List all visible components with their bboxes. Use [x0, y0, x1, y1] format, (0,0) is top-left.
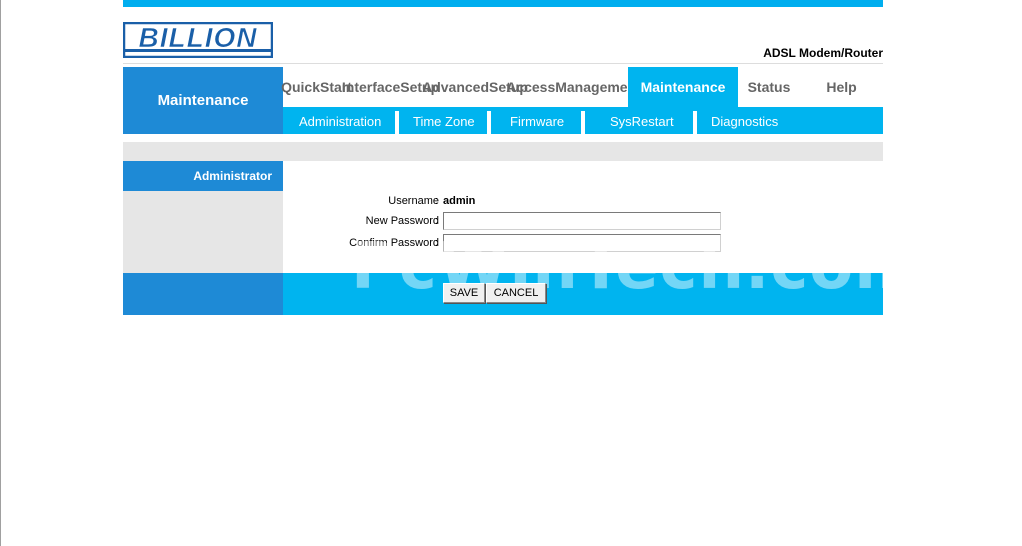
menu-maintenance[interactable]: Maintenance — [628, 67, 738, 107]
top-accent-bar — [123, 0, 883, 7]
new-password-colon: : — [435, 215, 439, 227]
confirm-password-field[interactable] — [443, 234, 721, 252]
footer-left-panel — [123, 273, 283, 315]
new-password-label: New Password — [365, 215, 439, 227]
submenu-separator — [487, 111, 491, 134]
username-colon: : — [435, 195, 439, 207]
logo-text: BILLION — [139, 22, 258, 53]
submenu-diagnostics[interactable]: Diagnostics — [711, 107, 778, 134]
menu-access-management[interactable]: Access Management — [506, 67, 641, 107]
submenu-separator — [693, 111, 697, 134]
billion-logo: BILLION — [123, 22, 273, 58]
menu-quick-start[interactable]: Quick Start — [281, 67, 352, 107]
submenu-administration[interactable]: Administration — [299, 107, 381, 134]
main-menu: Quick Start Interface Setup Advanced Setup … — [281, 67, 883, 107]
submenu-firmware[interactable]: Firmware — [510, 107, 564, 134]
save-button[interactable]: SAVE — [443, 283, 485, 303]
menu-status[interactable]: Status — [738, 67, 800, 107]
confirm-password-colon: : — [435, 237, 439, 249]
new-password-field[interactable] — [443, 212, 721, 230]
sidebar-panel — [123, 191, 283, 273]
sidebar-heading: Administrator — [123, 161, 283, 191]
username-label: Username — [388, 195, 439, 207]
menu-help[interactable]: Help — [800, 67, 883, 107]
header-divider — [123, 63, 883, 64]
content-header-band — [123, 142, 883, 161]
username-value: admin — [443, 195, 476, 207]
product-name: ADSL Modem/Router — [763, 46, 883, 60]
new-password-row: New Password : — [283, 212, 883, 232]
submenu-separator — [395, 111, 399, 134]
confirm-password-label: Confirm Password — [349, 237, 439, 249]
window-left-edge — [0, 0, 1, 546]
footer-button-bar — [283, 273, 883, 315]
section-title: Maintenance — [123, 67, 283, 134]
cancel-button[interactable]: CANCEL — [486, 283, 546, 303]
sub-menu: Administration Time Zone Firmware SysRes… — [283, 107, 883, 134]
submenu-time-zone[interactable]: Time Zone — [413, 107, 475, 134]
confirm-password-row: Confirm Password : — [283, 234, 883, 254]
submenu-separator — [581, 111, 585, 134]
username-row: Username : admin — [283, 192, 883, 212]
submenu-sysrestart[interactable]: SysRestart — [610, 107, 674, 134]
menu-interface-setup[interactable]: Interface Setup — [342, 67, 439, 107]
